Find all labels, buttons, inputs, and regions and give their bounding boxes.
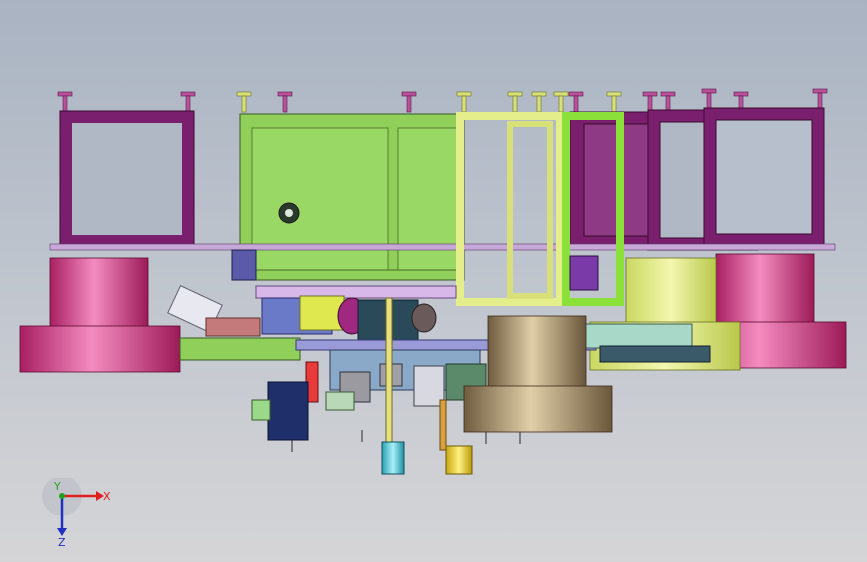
left-purple-frame[interactable]	[59, 110, 195, 249]
hanging-pins	[291, 430, 521, 452]
y-axis-label: Y	[53, 480, 61, 493]
navy-block	[267, 381, 309, 441]
top-pins-yellow	[236, 91, 622, 113]
yellow-frame[interactable]	[456, 112, 564, 306]
green-housing[interactable]	[239, 113, 465, 281]
z-axis-label: Z	[58, 536, 66, 548]
left-magenta-tank[interactable]	[19, 257, 181, 373]
x-axis-label: X	[103, 490, 111, 503]
right-purple-frames[interactable]	[569, 107, 825, 251]
base-plate	[49, 243, 836, 251]
axis-triad: X Y Z	[42, 478, 111, 548]
cad-viewport[interactable]	[0, 0, 867, 562]
